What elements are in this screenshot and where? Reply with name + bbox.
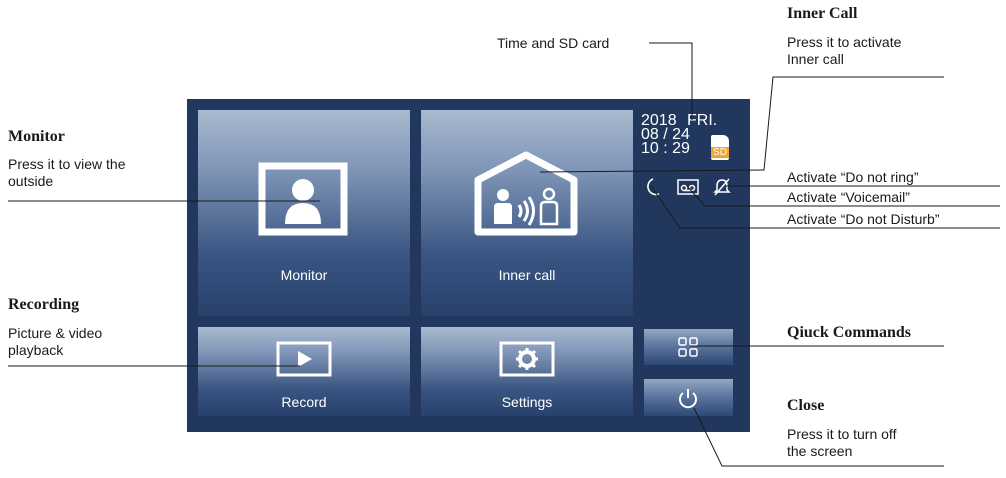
leader-time-sd [649, 42, 693, 120]
annotation-monitor-line1: Press it to view the [8, 156, 126, 172]
annotation-monitor-title: Monitor [8, 128, 65, 145]
annotation-monitor-line2: outside [8, 173, 54, 189]
annotation-quick-title: Qiuck Commands [787, 324, 912, 341]
annotation-voicemail: Activate “Voicemail” [787, 189, 910, 205]
leader-inner-call [539, 76, 944, 173]
annotation-inner-call-title: Inner Call [787, 5, 858, 22]
annotation-close-title: Close [787, 397, 825, 414]
annotation-recording-title: Recording [8, 296, 80, 313]
leader-lines [8, 42, 1000, 467]
annotation-time-sd: Time and SD card [497, 35, 610, 51]
annotation-inner-call-line2: Inner call [787, 51, 844, 67]
annotation-close-line2: the screen [787, 443, 853, 459]
annotation-recording-line1: Picture & video [8, 325, 103, 341]
annotation-inner-call-line1: Press it to activate [787, 34, 902, 50]
annotation-do-not-disturb: Activate “Do not Disturb” [787, 211, 940, 227]
annotation-recording-line2: playback [8, 342, 64, 358]
annotation-do-not-ring: Activate “Do not ring” [787, 169, 919, 185]
annotation-close-line1: Press it to turn off [787, 426, 897, 442]
